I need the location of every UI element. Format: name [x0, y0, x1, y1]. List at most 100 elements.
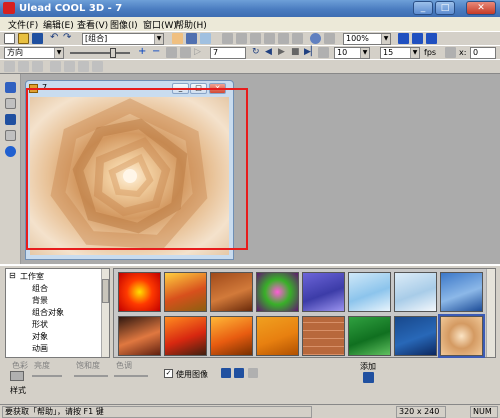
print-icon[interactable] — [222, 33, 233, 44]
pointer-icon[interactable] — [445, 47, 456, 58]
paste-icon[interactable] — [278, 33, 289, 44]
add-keyframe-icon[interactable]: + — [138, 47, 149, 58]
copy-icon[interactable] — [264, 33, 275, 44]
direction-combo[interactable]: 方向 ▼ — [4, 47, 64, 59]
x-input[interactable]: 0 — [470, 47, 496, 59]
timeline-slider-thumb[interactable] — [110, 48, 116, 58]
reverse-icon[interactable] — [166, 47, 177, 58]
redo-icon[interactable]: ↷ — [63, 33, 74, 44]
remove-keyframe-icon[interactable]: − — [152, 47, 163, 58]
loop-icon[interactable]: ↻ — [252, 47, 263, 58]
fps-input[interactable]: 15 ▼ — [380, 47, 420, 59]
tree-scrollbar[interactable] — [101, 269, 109, 357]
gallery-tile-sunset-clouds[interactable] — [118, 316, 161, 356]
gallery-tile-blue-ice[interactable] — [394, 316, 437, 356]
tree-item-composition[interactable]: 组合 — [32, 283, 48, 294]
add-to-gallery-icon[interactable] — [363, 372, 374, 383]
gallery-tile-orange-tiles[interactable] — [256, 316, 299, 356]
settings-icon[interactable] — [318, 47, 329, 58]
render-icon[interactable] — [398, 33, 409, 44]
close-button[interactable]: ✕ — [466, 1, 496, 15]
tree-item-object[interactable]: 对象 — [32, 331, 48, 342]
italic-icon[interactable] — [32, 61, 43, 72]
tree-item-background[interactable]: 背景 — [32, 295, 48, 306]
gallery-scrollbar[interactable] — [486, 269, 495, 357]
align-right-icon[interactable] — [78, 61, 89, 72]
fit-icon[interactable] — [200, 33, 211, 44]
speed-input[interactable]: 10 ▼ — [334, 47, 370, 59]
hue-slider[interactable] — [114, 375, 148, 377]
preview-icon[interactable] — [236, 33, 247, 44]
color-swatch[interactable] — [10, 371, 24, 381]
gallery-tile-fire-leaves[interactable] — [164, 272, 207, 312]
menu-help[interactable]: 帮助(H) — [175, 18, 207, 31]
gallery-tile-sunset-orange[interactable] — [210, 316, 253, 356]
menu-edit[interactable]: 编辑(E) — [43, 18, 74, 31]
gallery-tile-ice-light[interactable] — [348, 272, 391, 312]
object-combo[interactable]: [组合] ▼ — [82, 33, 164, 45]
stop-icon[interactable]: ■ — [291, 47, 302, 58]
gallery-tile-green[interactable] — [348, 316, 391, 356]
insert-shape-icon[interactable] — [5, 114, 16, 125]
gallery-tile-water-purple[interactable] — [302, 272, 345, 312]
tree-item-studio[interactable]: 工作室 — [20, 271, 44, 282]
gallery-tile-ice-white[interactable] — [394, 272, 437, 312]
gallery-tile-sunburst[interactable] — [118, 272, 161, 312]
color-label: 色彩 — [12, 361, 28, 370]
align-center-icon[interactable] — [64, 61, 75, 72]
gallery-tile-swirl-purple[interactable] — [256, 272, 299, 312]
open-image-icon[interactable] — [221, 368, 231, 378]
zoom-icon[interactable] — [186, 33, 197, 44]
menu-view[interactable]: 查看(V) — [77, 18, 108, 31]
rewind-icon[interactable]: ◀ — [265, 47, 276, 58]
next-frame-icon[interactable]: ▷ — [194, 47, 205, 58]
image-reset-icon[interactable] — [248, 368, 258, 378]
minimize-button[interactable]: _ — [413, 1, 433, 15]
gallery-tile-spiral-selected[interactable] — [438, 314, 485, 358]
play-icon[interactable]: ▶ — [278, 47, 289, 58]
tree-item-shape[interactable]: 形状 — [32, 319, 48, 330]
justify-icon[interactable] — [92, 61, 103, 72]
new-file-icon[interactable] — [4, 33, 15, 44]
use-image-checkbox[interactable]: ✓ — [164, 369, 173, 378]
tree-expander-icon[interactable]: ⊟ — [9, 271, 16, 280]
delete-icon[interactable] — [292, 33, 303, 44]
select-object-icon[interactable] — [5, 82, 16, 93]
help-icon[interactable] — [426, 33, 437, 44]
tree-item-animation[interactable]: 动画 — [32, 343, 48, 354]
gallery-tile-brick[interactable] — [302, 316, 345, 356]
maximize-button[interactable]: □ — [435, 1, 455, 15]
hand-icon[interactable] — [172, 33, 183, 44]
brightness-slider[interactable] — [32, 375, 62, 377]
zoom-combo[interactable]: 100% ▼ — [343, 33, 391, 45]
timeline-slider[interactable] — [70, 52, 130, 54]
gallery-tile-sunset-sea[interactable] — [164, 316, 207, 356]
x-value: 0 — [473, 48, 479, 57]
menu-window[interactable]: 窗口(W) — [143, 18, 177, 31]
menu-image[interactable]: 图像(I) — [110, 18, 138, 31]
export-icon[interactable] — [412, 33, 423, 44]
cut-icon[interactable] — [250, 33, 261, 44]
gallery-tile-wood[interactable] — [210, 272, 253, 312]
align-left-icon[interactable] — [50, 61, 61, 72]
saturation-slider[interactable] — [74, 375, 108, 377]
end-icon[interactable]: ▶▏ — [304, 47, 318, 58]
bold-icon[interactable] — [18, 61, 29, 72]
object-manager-icon[interactable] — [5, 146, 16, 157]
tree-item-composition-object[interactable]: 组合对象 — [32, 307, 64, 318]
image-options-icon[interactable] — [234, 368, 244, 378]
open-file-icon[interactable] — [18, 33, 29, 44]
font-icon[interactable] — [4, 61, 15, 72]
globe-icon[interactable] — [310, 33, 321, 44]
gallery-tile-clouds-blue[interactable] — [440, 272, 483, 312]
chevron-down-icon: ▼ — [154, 34, 163, 44]
save-icon[interactable] — [32, 33, 43, 44]
frame-input[interactable]: 7 — [210, 47, 246, 59]
insert-geometry-icon[interactable] — [5, 130, 16, 141]
light-icon[interactable] — [324, 33, 335, 44]
undo-icon[interactable]: ↶ — [50, 33, 61, 44]
shift-icon[interactable] — [180, 47, 191, 58]
tree-scroll-thumb[interactable] — [102, 279, 109, 303]
menu-file[interactable]: 文件(F) — [8, 18, 38, 31]
insert-text-icon[interactable] — [5, 98, 16, 109]
